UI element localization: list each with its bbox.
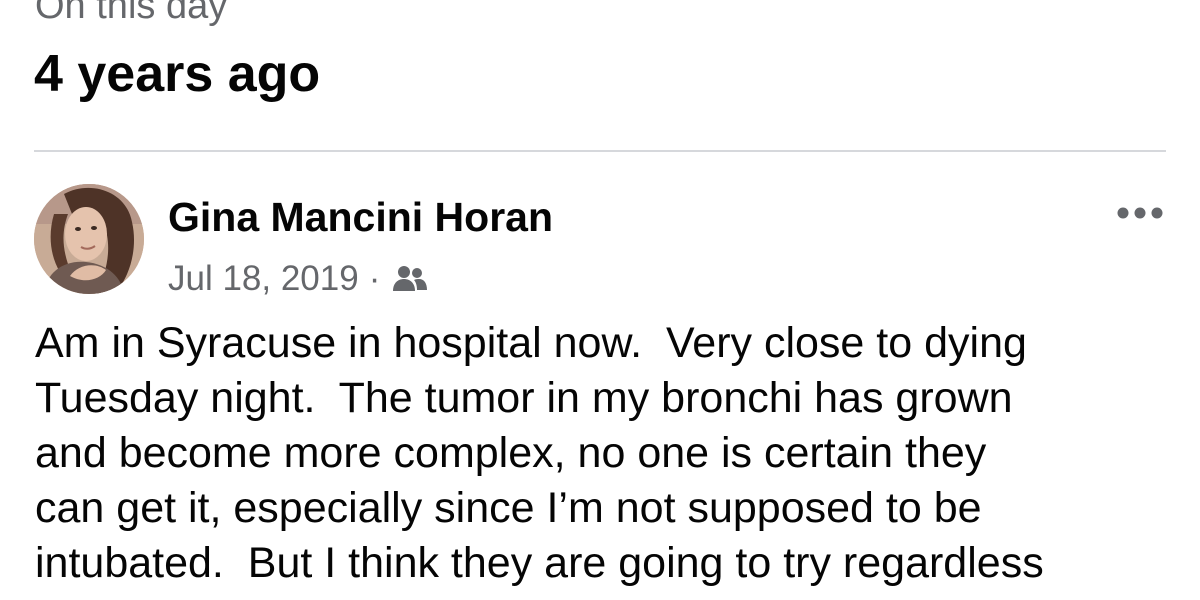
post-text-line: intubated. But I think they are going to… [35,539,1044,587]
post-text: Am in Syracuse in hospital now. Very clo… [35,316,1185,591]
post-meta: Jul 18, 2019 · [168,257,428,301]
post-text-line: can get it, especially since I’m not sup… [35,484,982,532]
more-options-button[interactable] [1110,196,1170,230]
more-options-icon [1117,207,1163,219]
avatar[interactable] [34,184,144,294]
author-name[interactable]: Gina Mancini Horan [168,193,553,241]
memory-title: 4 years ago [34,45,321,103]
post-text-line: Am in Syracuse in hospital now. Very clo… [35,319,1027,367]
post-text-line: and become more complex, no one is certa… [35,429,987,477]
friends-icon[interactable] [392,264,428,294]
meta-separator: · [368,259,381,298]
memory-kicker: On this day [35,0,228,27]
post-date[interactable]: Jul 18, 2019 [168,257,359,301]
section-divider [34,150,1166,152]
avatar-photo [34,184,144,294]
post-text-line: Tuesday night. The tumor in my bronchi h… [35,374,1013,422]
